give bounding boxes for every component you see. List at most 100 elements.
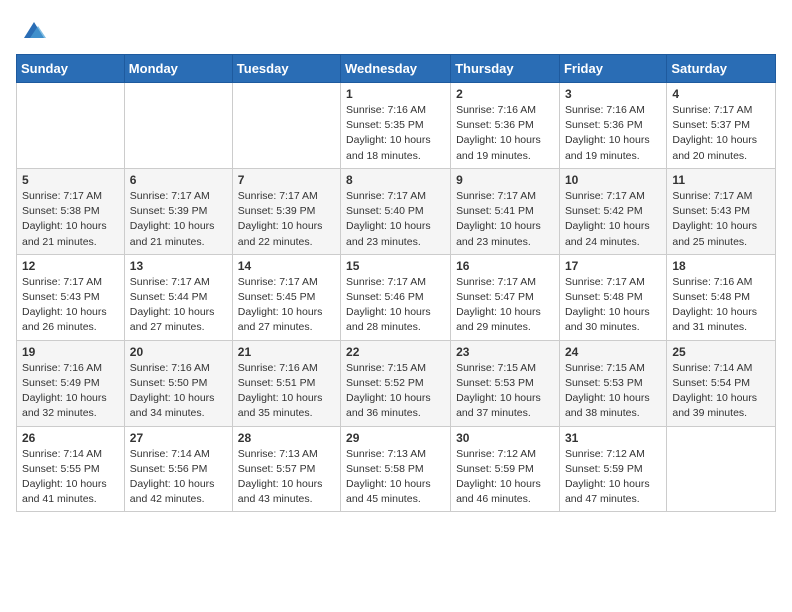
calendar-cell: 15 Sunrise: 7:17 AMSunset: 5:46 PMDayligh… bbox=[341, 254, 451, 340]
calendar-header-monday: Monday bbox=[124, 55, 232, 83]
day-number: 4 bbox=[672, 87, 770, 101]
calendar-cell: 14 Sunrise: 7:17 AMSunset: 5:45 PMDayligh… bbox=[232, 254, 340, 340]
day-number: 30 bbox=[456, 431, 554, 445]
day-number: 2 bbox=[456, 87, 554, 101]
calendar-cell: 5 Sunrise: 7:17 AMSunset: 5:38 PMDaylight… bbox=[17, 168, 125, 254]
calendar-cell bbox=[232, 83, 340, 169]
day-number: 31 bbox=[565, 431, 661, 445]
day-info: Sunrise: 7:17 AMSunset: 5:45 PMDaylight:… bbox=[238, 275, 335, 336]
day-info: Sunrise: 7:17 AMSunset: 5:42 PMDaylight:… bbox=[565, 189, 661, 250]
day-number: 8 bbox=[346, 173, 445, 187]
day-info: Sunrise: 7:12 AMSunset: 5:59 PMDaylight:… bbox=[565, 447, 661, 508]
calendar-cell: 20Sunrise: 7:16 AMSunset: 5:50 PMDayligh… bbox=[124, 340, 232, 426]
day-number: 24 bbox=[565, 345, 661, 359]
calendar-cell bbox=[124, 83, 232, 169]
day-number: 17 bbox=[565, 259, 661, 273]
day-number: 10 bbox=[565, 173, 661, 187]
calendar-cell: 28 Sunrise: 7:13 AMSunset: 5:57 PMDayligh… bbox=[232, 426, 340, 512]
day-info: Sunrise: 7:17 AMSunset: 5:39 PMDaylight:… bbox=[130, 189, 227, 250]
day-number: 3 bbox=[565, 87, 661, 101]
calendar-week-row: 19 Sunrise: 7:16 AMSunset: 5:49 PMDayligh… bbox=[17, 340, 776, 426]
calendar-cell: 8Sunrise: 7:17 AMSunset: 5:40 PMDaylight… bbox=[341, 168, 451, 254]
calendar-week-row: 5 Sunrise: 7:17 AMSunset: 5:38 PMDaylight… bbox=[17, 168, 776, 254]
calendar-cell: 12 Sunrise: 7:17 AMSunset: 5:43 PMDayligh… bbox=[17, 254, 125, 340]
calendar-cell: 23 Sunrise: 7:15 AMSunset: 5:53 PMDayligh… bbox=[451, 340, 560, 426]
day-number: 7 bbox=[238, 173, 335, 187]
calendar-cell: 24 Sunrise: 7:15 AMSunset: 5:53 PMDayligh… bbox=[559, 340, 666, 426]
calendar-header-wednesday: Wednesday bbox=[341, 55, 451, 83]
calendar-cell: 9Sunrise: 7:17 AMSunset: 5:41 PMDaylight… bbox=[451, 168, 560, 254]
day-info: Sunrise: 7:17 AMSunset: 5:41 PMDaylight:… bbox=[456, 189, 554, 250]
calendar-cell: 2Sunrise: 7:16 AMSunset: 5:36 PMDaylight… bbox=[451, 83, 560, 169]
day-info: Sunrise: 7:16 AMSunset: 5:51 PMDaylight:… bbox=[238, 361, 335, 422]
calendar-header-friday: Friday bbox=[559, 55, 666, 83]
calendar-week-row: 1Sunrise: 7:16 AMSunset: 5:35 PMDaylight… bbox=[17, 83, 776, 169]
day-number: 27 bbox=[130, 431, 227, 445]
day-number: 6 bbox=[130, 173, 227, 187]
day-number: 13 bbox=[130, 259, 227, 273]
calendar-cell: 26Sunrise: 7:14 AMSunset: 5:55 PMDayligh… bbox=[17, 426, 125, 512]
day-info: Sunrise: 7:16 AMSunset: 5:48 PMDaylight:… bbox=[672, 275, 770, 336]
day-info: Sunrise: 7:17 AMSunset: 5:38 PMDaylight:… bbox=[22, 189, 119, 250]
calendar-header-saturday: Saturday bbox=[667, 55, 776, 83]
calendar-cell: 29 Sunrise: 7:13 AMSunset: 5:58 PMDayligh… bbox=[341, 426, 451, 512]
day-number: 15 bbox=[346, 259, 445, 273]
calendar-cell: 16 Sunrise: 7:17 AMSunset: 5:47 PMDayligh… bbox=[451, 254, 560, 340]
calendar-week-row: 12 Sunrise: 7:17 AMSunset: 5:43 PMDayligh… bbox=[17, 254, 776, 340]
calendar-cell: 7 Sunrise: 7:17 AMSunset: 5:39 PMDaylight… bbox=[232, 168, 340, 254]
calendar-header-row: SundayMondayTuesdayWednesdayThursdayFrid… bbox=[17, 55, 776, 83]
calendar-cell: 27 Sunrise: 7:14 AMSunset: 5:56 PMDayligh… bbox=[124, 426, 232, 512]
day-number: 20 bbox=[130, 345, 227, 359]
day-number: 1 bbox=[346, 87, 445, 101]
day-number: 21 bbox=[238, 345, 335, 359]
logo-icon bbox=[20, 16, 48, 44]
day-info: Sunrise: 7:17 AMSunset: 5:43 PMDaylight:… bbox=[672, 189, 770, 250]
day-number: 12 bbox=[22, 259, 119, 273]
day-number: 16 bbox=[456, 259, 554, 273]
day-info: Sunrise: 7:14 AMSunset: 5:56 PMDaylight:… bbox=[130, 447, 227, 508]
day-number: 19 bbox=[22, 345, 119, 359]
day-number: 28 bbox=[238, 431, 335, 445]
day-number: 23 bbox=[456, 345, 554, 359]
logo bbox=[16, 16, 48, 44]
day-number: 14 bbox=[238, 259, 335, 273]
day-number: 25 bbox=[672, 345, 770, 359]
day-info: Sunrise: 7:17 AMSunset: 5:48 PMDaylight:… bbox=[565, 275, 661, 336]
calendar-table: SundayMondayTuesdayWednesdayThursdayFrid… bbox=[16, 54, 776, 512]
day-info: Sunrise: 7:13 AMSunset: 5:57 PMDaylight:… bbox=[238, 447, 335, 508]
day-info: Sunrise: 7:13 AMSunset: 5:58 PMDaylight:… bbox=[346, 447, 445, 508]
day-info: Sunrise: 7:17 AMSunset: 5:46 PMDaylight:… bbox=[346, 275, 445, 336]
calendar-cell: 13 Sunrise: 7:17 AMSunset: 5:44 PMDayligh… bbox=[124, 254, 232, 340]
day-info: Sunrise: 7:14 AMSunset: 5:55 PMDaylight:… bbox=[22, 447, 119, 508]
day-info: Sunrise: 7:15 AMSunset: 5:53 PMDaylight:… bbox=[456, 361, 554, 422]
day-info: Sunrise: 7:14 AMSunset: 5:54 PMDaylight:… bbox=[672, 361, 770, 422]
calendar-header-sunday: Sunday bbox=[17, 55, 125, 83]
day-number: 29 bbox=[346, 431, 445, 445]
calendar-cell: 17 Sunrise: 7:17 AMSunset: 5:48 PMDayligh… bbox=[559, 254, 666, 340]
calendar-cell: 30 Sunrise: 7:12 AMSunset: 5:59 PMDayligh… bbox=[451, 426, 560, 512]
calendar-cell: 31 Sunrise: 7:12 AMSunset: 5:59 PMDayligh… bbox=[559, 426, 666, 512]
day-info: Sunrise: 7:15 AMSunset: 5:52 PMDaylight:… bbox=[346, 361, 445, 422]
calendar-cell: 6 Sunrise: 7:17 AMSunset: 5:39 PMDaylight… bbox=[124, 168, 232, 254]
day-info: Sunrise: 7:17 AMSunset: 5:47 PMDaylight:… bbox=[456, 275, 554, 336]
calendar-week-row: 26Sunrise: 7:14 AMSunset: 5:55 PMDayligh… bbox=[17, 426, 776, 512]
day-info: Sunrise: 7:17 AMSunset: 5:37 PMDaylight:… bbox=[672, 103, 770, 164]
calendar-cell: 19 Sunrise: 7:16 AMSunset: 5:49 PMDayligh… bbox=[17, 340, 125, 426]
calendar-cell: 11 Sunrise: 7:17 AMSunset: 5:43 PMDayligh… bbox=[667, 168, 776, 254]
day-number: 22 bbox=[346, 345, 445, 359]
calendar-cell: 25 Sunrise: 7:14 AMSunset: 5:54 PMDayligh… bbox=[667, 340, 776, 426]
day-number: 11 bbox=[672, 173, 770, 187]
calendar-cell bbox=[17, 83, 125, 169]
calendar-cell: 4 Sunrise: 7:17 AMSunset: 5:37 PMDaylight… bbox=[667, 83, 776, 169]
day-info: Sunrise: 7:17 AMSunset: 5:44 PMDaylight:… bbox=[130, 275, 227, 336]
day-info: Sunrise: 7:16 AMSunset: 5:49 PMDaylight:… bbox=[22, 361, 119, 422]
day-info: Sunrise: 7:15 AMSunset: 5:53 PMDaylight:… bbox=[565, 361, 661, 422]
day-info: Sunrise: 7:12 AMSunset: 5:59 PMDaylight:… bbox=[456, 447, 554, 508]
calendar-cell: 21 Sunrise: 7:16 AMSunset: 5:51 PMDayligh… bbox=[232, 340, 340, 426]
day-number: 5 bbox=[22, 173, 119, 187]
calendar-cell: 22 Sunrise: 7:15 AMSunset: 5:52 PMDayligh… bbox=[341, 340, 451, 426]
day-info: Sunrise: 7:17 AMSunset: 5:43 PMDaylight:… bbox=[22, 275, 119, 336]
calendar-header-thursday: Thursday bbox=[451, 55, 560, 83]
day-info: Sunrise: 7:16 AMSunset: 5:36 PMDaylight:… bbox=[565, 103, 661, 164]
day-info: Sunrise: 7:17 AMSunset: 5:39 PMDaylight:… bbox=[238, 189, 335, 250]
